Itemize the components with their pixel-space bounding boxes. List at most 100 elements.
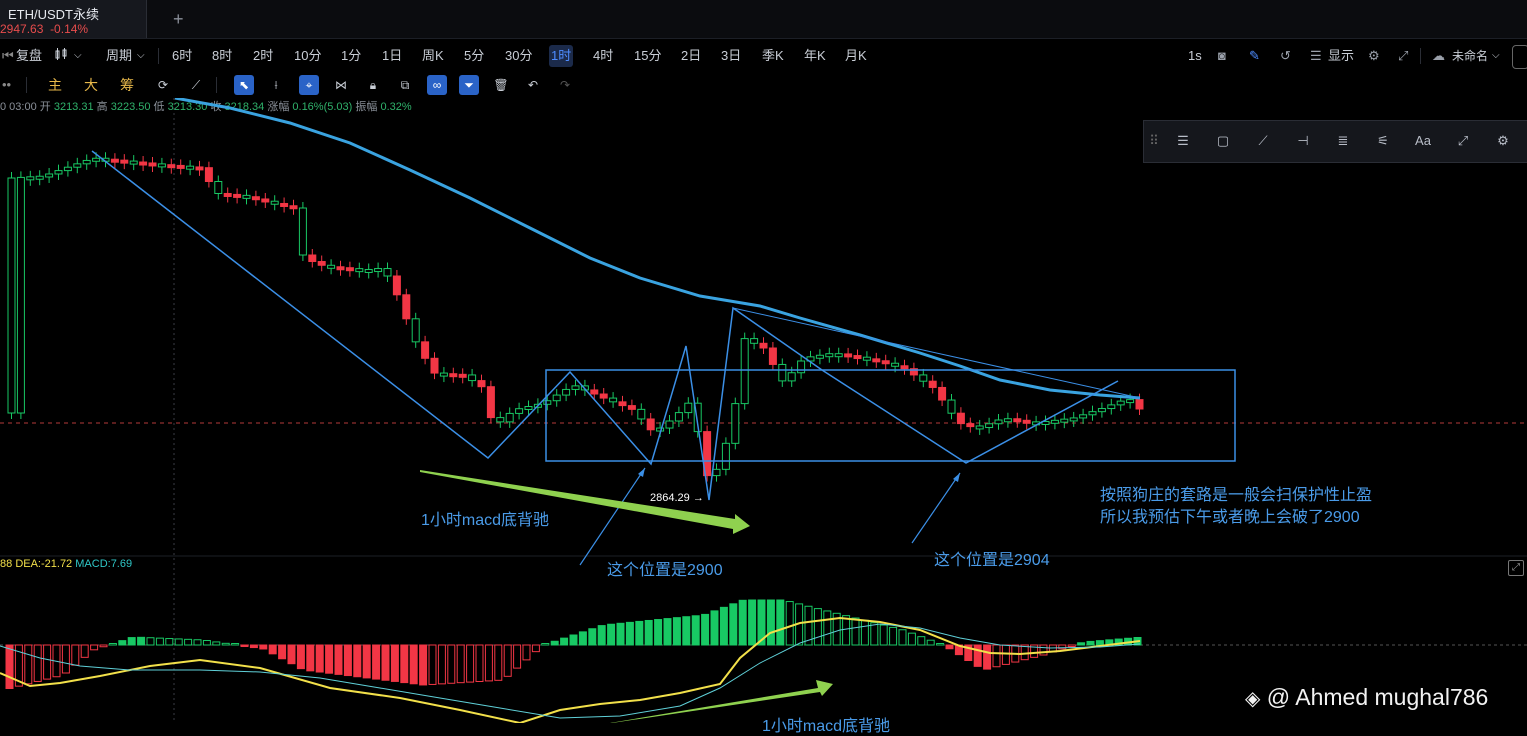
macd-bar — [898, 629, 907, 646]
text-icon[interactable]: Aa — [1412, 131, 1434, 151]
interval-quarter[interactable]: 季K — [762, 40, 784, 72]
interval-1m[interactable]: 1分 — [341, 40, 361, 72]
interval-1w[interactable]: 周K — [422, 40, 444, 72]
redo-icon[interactable]: ↷ — [555, 75, 575, 95]
period-dropdown[interactable]: 周期 — [106, 40, 132, 72]
trend-zigzag — [91, 150, 1119, 501]
main-indicator-toggle[interactable]: 主 — [48, 75, 62, 95]
expand-icon[interactable]: ⤢ — [1508, 560, 1524, 576]
chevron-down-icon[interactable]: ⌵ — [137, 40, 145, 72]
price-chart[interactable] — [0, 98, 1527, 723]
candle — [1097, 408, 1106, 413]
interval-8h[interactable]: 8时 — [212, 40, 232, 72]
candle — [721, 442, 730, 470]
candle — [186, 165, 195, 170]
panel-toggle-button[interactable] — [1512, 45, 1527, 69]
candle — [881, 360, 890, 365]
tab-eth-usdt[interactable]: ETH/USDT永续 2947.63 -0.14% — [0, 0, 147, 38]
chips-toggle[interactable]: 筹 — [120, 75, 134, 95]
replay-icon[interactable]: ⏮ — [2, 40, 14, 72]
trendline-icon[interactable]: ⟋ — [1252, 131, 1274, 151]
candle — [1022, 419, 1031, 424]
big-order-toggle[interactable]: 大 — [84, 75, 98, 95]
undo-icon[interactable]: ↶ — [523, 75, 543, 95]
candle — [298, 207, 307, 256]
magnet-icon[interactable]: ⌖ — [299, 75, 319, 95]
candle — [176, 164, 185, 169]
macd-bar — [90, 644, 99, 651]
fullscreen-icon[interactable]: ⤢ — [1398, 40, 1408, 72]
settings-icon[interactable]: ⚙ — [1368, 40, 1380, 72]
ruler-icon[interactable]: ⟊ — [266, 75, 286, 95]
macd-bar — [879, 624, 888, 646]
sliders-icon[interactable]: ⚟ — [1372, 131, 1394, 151]
interval-6h[interactable]: 6时 — [172, 40, 192, 72]
cursor-icon[interactable]: ⬉ — [234, 75, 254, 95]
refresh-icon[interactable]: ⟳ — [153, 75, 173, 95]
candlestick-icon[interactable] — [55, 40, 69, 72]
candle — [656, 427, 665, 432]
list-icon[interactable]: ☰ — [1310, 40, 1322, 72]
cloud-icon[interactable]: ☁ — [1432, 40, 1445, 72]
candle — [35, 175, 44, 180]
display-menu[interactable]: 显示 — [1328, 40, 1354, 72]
pencil-icon[interactable]: ✎ — [1249, 40, 1260, 72]
macd-bar — [127, 637, 136, 646]
interval-2d[interactable]: 2日 — [681, 40, 701, 72]
macd-bar — [494, 644, 503, 681]
candle — [515, 408, 524, 414]
fib-icon[interactable]: ≣ — [1332, 131, 1354, 151]
candle — [627, 405, 636, 410]
measure-icon[interactable]: ⋈ — [331, 75, 351, 95]
trash-icon[interactable]: 🗑︎ — [491, 75, 511, 95]
macd-bar — [278, 644, 287, 660]
copy-icon[interactable]: ⧉ — [395, 75, 415, 95]
interval-2h[interactable]: 2时 — [253, 40, 273, 72]
filter-icon[interactable]: ⏷ — [459, 75, 479, 95]
candle — [1060, 418, 1069, 423]
interval-year[interactable]: 年K — [804, 40, 826, 72]
interval-1h[interactable]: 1时 — [549, 45, 574, 67]
interval-toolbar: ⏮ 复盘 ⌵ 周期 ⌵ 6时 8时 2时 10分 1分 1日 周K 5分 30分… — [0, 40, 1527, 73]
macd-bar — [719, 606, 728, 646]
drag-handle-icon[interactable]: ⠿ — [1148, 131, 1160, 151]
candle — [665, 420, 674, 429]
macd-bar — [691, 615, 700, 646]
macd-bar — [531, 644, 540, 653]
replay-button[interactable]: 复盘 — [16, 40, 42, 72]
interval-4h[interactable]: 4时 — [593, 40, 613, 72]
new-tab-button[interactable]: + — [173, 9, 184, 30]
interval-3d[interactable]: 3日 — [721, 40, 741, 72]
horizontal-line-icon[interactable]: ⊣ — [1292, 131, 1314, 151]
candle — [364, 268, 373, 273]
ray-icon[interactable]: ⤢ — [1452, 131, 1474, 151]
macd-bar — [165, 638, 174, 646]
undo-draw-icon[interactable]: ↺ — [1280, 40, 1291, 72]
brush-icon[interactable]: ⟋ — [186, 75, 206, 95]
interval-10m[interactable]: 10分 — [294, 40, 321, 72]
candle — [45, 173, 54, 178]
more-icon[interactable]: •• — [2, 75, 11, 95]
macd-bar — [682, 616, 691, 646]
lock-icon[interactable]: 🔒︎ — [363, 75, 383, 95]
macd-legend: 88 DEA:-21.72 MACD:7.69 — [0, 558, 132, 570]
candle — [853, 355, 862, 360]
settings-sliders-icon[interactable]: ⚙ — [1492, 131, 1514, 151]
interval-30m[interactable]: 30分 — [505, 40, 532, 72]
macd-bar — [466, 644, 475, 683]
interval-1d[interactable]: 1日 — [382, 40, 402, 72]
chevron-down-icon[interactable]: ⌵ — [74, 40, 82, 72]
macd-bar — [447, 644, 456, 684]
interval-month[interactable]: 月K — [845, 40, 867, 72]
rectangle-icon[interactable]: ▢ — [1212, 131, 1234, 151]
interval-15m[interactable]: 15分 — [634, 40, 661, 72]
chevron-down-icon[interactable]: ⌵ — [1492, 40, 1500, 72]
link-icon[interactable]: ∞ — [427, 75, 447, 95]
candle — [195, 166, 204, 171]
tab-bar: ETH/USDT永续 2947.63 -0.14% + — [0, 0, 1527, 39]
camera-icon[interactable]: ◙ — [1218, 40, 1226, 72]
menu-lines-icon[interactable]: ☰ — [1172, 131, 1194, 151]
interval-5m[interactable]: 5分 — [464, 40, 484, 72]
layout-name[interactable]: 未命名 — [1452, 40, 1488, 72]
seconds-toggle[interactable]: 1s — [1188, 40, 1202, 72]
